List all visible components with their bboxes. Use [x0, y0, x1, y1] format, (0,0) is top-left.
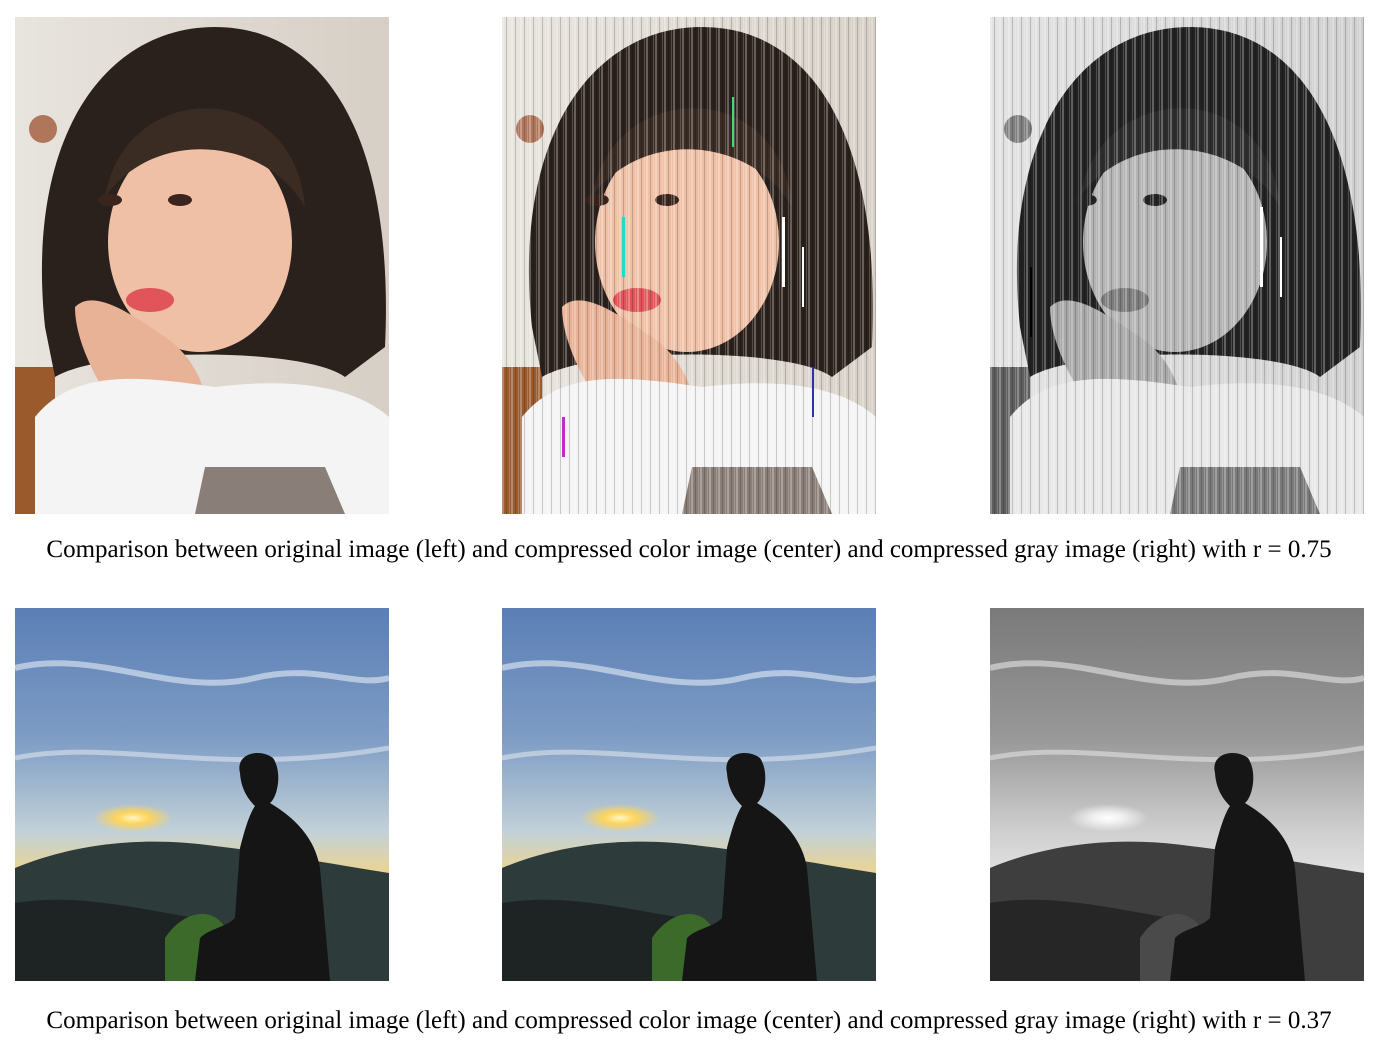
original-portrait-image	[15, 17, 389, 514]
compressed-gray-portrait-image	[990, 17, 1364, 514]
original-sunset-image	[15, 608, 389, 981]
compressed-color-portrait-image	[502, 17, 876, 514]
compressed-gray-sunset-image	[990, 608, 1364, 981]
compressed-color-sunset-image	[502, 608, 876, 981]
figure-caption-bottom: Comparison between original image (left)…	[46, 1007, 1332, 1034]
figure-caption-top: Comparison between original image (left)…	[46, 536, 1332, 563]
